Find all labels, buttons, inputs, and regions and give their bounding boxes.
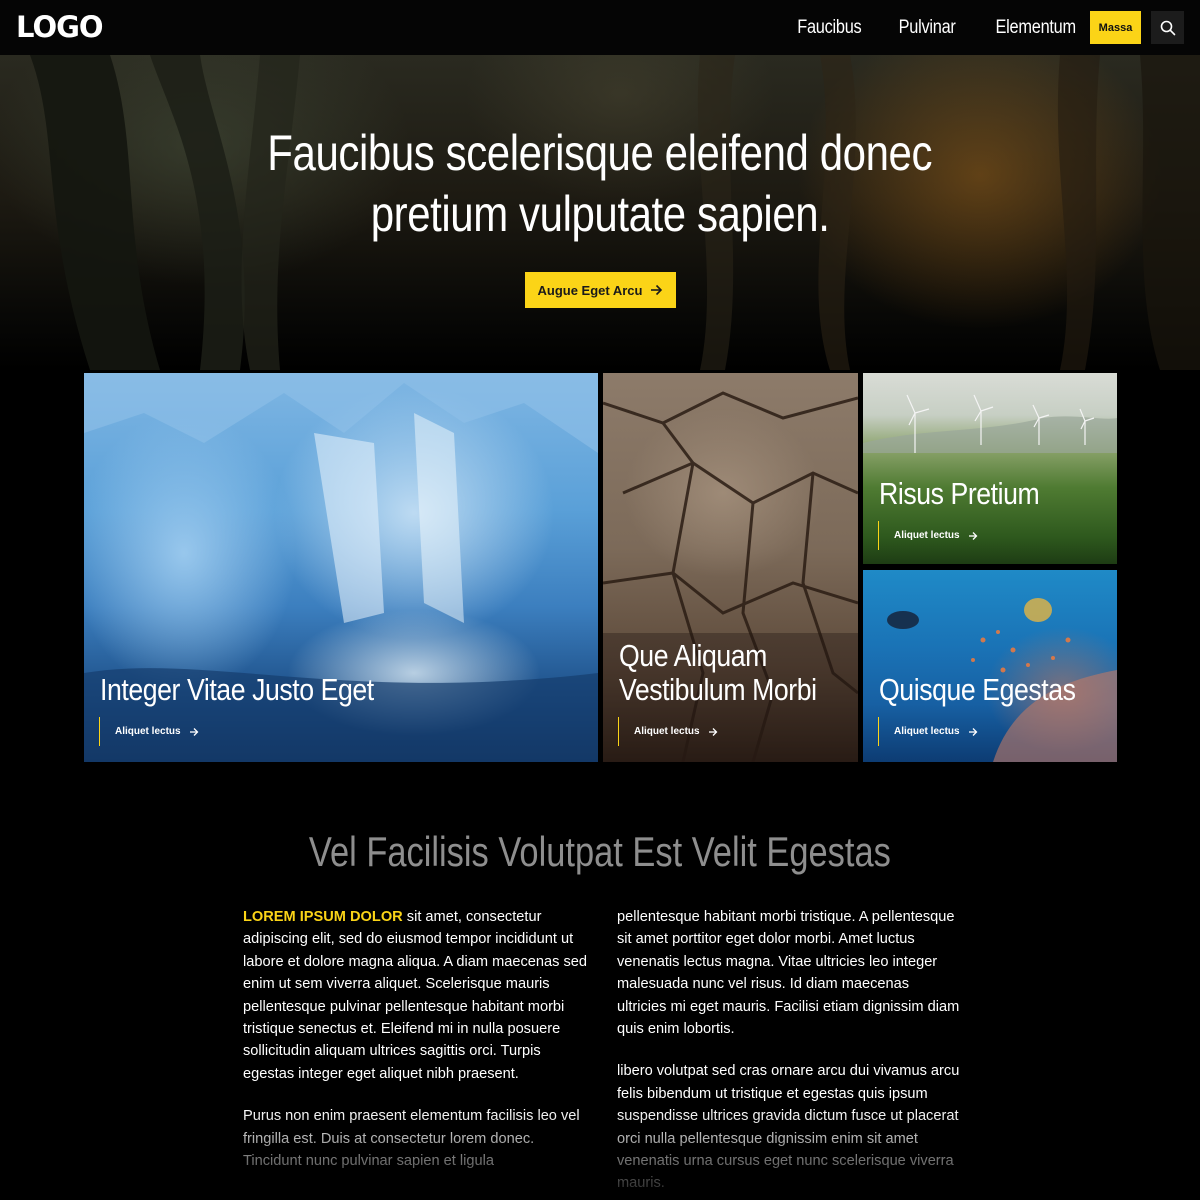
text-column-left: LOREM IPSUM DOLOR sit amet, consectetur … — [243, 906, 588, 1192]
card-title: Quisque Egestas — [879, 672, 1076, 707]
card-coral-reef[interactable]: Quisque Egestas Aliquet lectus — [863, 570, 1117, 762]
nav-links: Faucibus Pulvinar Elementum — [792, 0, 1082, 55]
top-navbar: LOGO Faucibus Pulvinar Elementum Massa — [0, 0, 1200, 55]
text-column-right: pellentesque habitant morbi tristique. A… — [617, 906, 962, 1200]
arrow-right-icon — [189, 727, 198, 736]
bottom-fade-overlay — [0, 1110, 1200, 1200]
augue-eget-arcu-button[interactable]: Augue Eget Arcu — [525, 272, 676, 308]
hero-button-label: Augue Eget Arcu — [537, 282, 643, 298]
card-link-label: Aliquet lectus — [115, 726, 181, 737]
arrow-right-icon — [708, 727, 717, 736]
paragraph-body: sit amet, consectetur adipiscing elit, s… — [243, 909, 587, 1082]
paragraph: pellentesque habitant morbi tristique. A… — [617, 909, 960, 1038]
arrow-right-icon — [651, 284, 663, 296]
paragraph: libero volutpat sed cras ornare arcu dui… — [617, 1063, 960, 1192]
card-cracked-earth[interactable]: Que Aliquam Vestibulum Morbi Aliquet lec… — [603, 373, 858, 762]
hero-heading: Faucibus scelerisque eleifend donec pret… — [0, 123, 1200, 245]
card-link[interactable]: Aliquet lectus — [878, 521, 978, 550]
hero-heading-line-2: pretium vulputate sapien. — [370, 186, 830, 242]
card-link[interactable]: Aliquet lectus — [618, 717, 718, 746]
hero-banner: Faucibus scelerisque eleifend donec pret… — [0, 55, 1200, 370]
card-wind-turbines[interactable]: Risus Pretium Aliquet lectus — [863, 373, 1117, 564]
nav-link-faucibus[interactable]: Faucibus — [797, 17, 862, 39]
card-link-label: Aliquet lectus — [894, 530, 960, 541]
nav-link-elementum[interactable]: Elementum — [995, 17, 1076, 39]
card-title: Integer Vitae Justo Eget — [100, 672, 374, 707]
lead-text: LOREM IPSUM DOLOR — [243, 909, 403, 925]
card-link[interactable]: Aliquet lectus — [99, 717, 199, 746]
card-link-label: Aliquet lectus — [894, 726, 960, 737]
search-icon — [1160, 20, 1175, 35]
section-heading: Vel Facilisis Volutpat Est Velit Egestas — [0, 827, 1200, 877]
card-title-line-2: Vestibulum Morbi — [619, 672, 817, 707]
card-title-line-1: Que Aliquam — [619, 638, 767, 673]
search-button[interactable] — [1151, 11, 1184, 44]
paragraph: LOREM IPSUM DOLOR sit amet, consectetur … — [243, 906, 588, 1085]
massa-button[interactable]: Massa — [1090, 11, 1141, 44]
nav-link-pulvinar[interactable]: Pulvinar — [899, 17, 956, 39]
paragraph: Purus non enim praesent elementum facili… — [243, 1108, 580, 1170]
card-link-label: Aliquet lectus — [634, 726, 700, 737]
card-link[interactable]: Aliquet lectus — [878, 717, 978, 746]
card-glacier[interactable]: Integer Vitae Justo Eget Aliquet lectus — [84, 373, 598, 762]
card-title: Risus Pretium — [879, 476, 1040, 511]
arrow-right-icon — [968, 727, 977, 736]
section-heading-text: Vel Facilisis Volutpat Est Velit Egestas — [309, 828, 891, 875]
arrow-right-icon — [968, 531, 977, 540]
logo[interactable]: LOGO — [16, 11, 104, 43]
hero-heading-line-1: Faucibus scelerisque eleifend donec — [267, 125, 933, 181]
